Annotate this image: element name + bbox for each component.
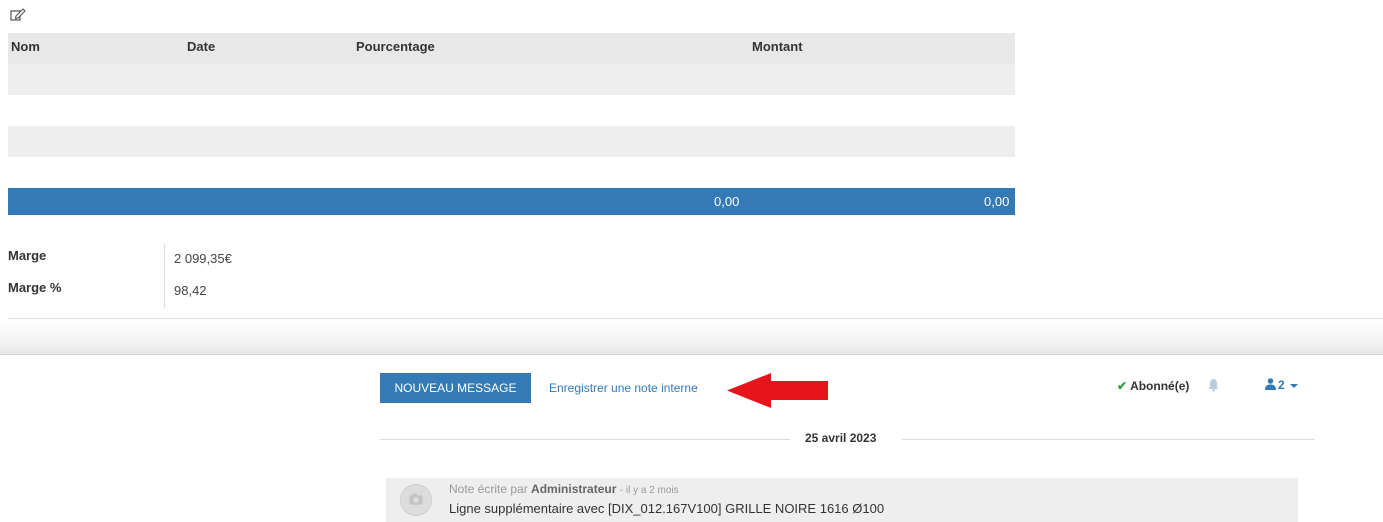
camera-icon bbox=[409, 493, 423, 505]
message-header: Note écrite par Administrateur - il y a … bbox=[449, 482, 679, 496]
date-separator-line-left bbox=[380, 439, 790, 440]
message-time: - il y a 2 mois bbox=[619, 485, 679, 496]
followers-dropdown[interactable]: 2 bbox=[1265, 378, 1298, 392]
followers-count: 2 bbox=[1278, 378, 1285, 392]
margin-summary: Marge 2 099,35€ Marge % 98,42 bbox=[8, 240, 1383, 304]
message-body: Ligne supplémentaire avec [DIX_012.167V1… bbox=[449, 501, 885, 516]
chevron-down-icon bbox=[1289, 383, 1298, 388]
message-prefix: Note écrite par bbox=[449, 482, 528, 496]
check-icon: ✔ bbox=[1117, 379, 1128, 393]
margin-value: 2 099,35€ bbox=[174, 251, 232, 266]
table-total-row: 0,00 0,00 bbox=[8, 188, 1015, 215]
table-row bbox=[8, 95, 1015, 126]
date-separator-line-right bbox=[902, 439, 1315, 440]
margin-percent-value: 98,42 bbox=[174, 283, 207, 298]
new-message-button[interactable]: NOUVEAU MESSAGE bbox=[380, 373, 531, 403]
total-montant: 0,00 bbox=[984, 194, 1010, 209]
table-row bbox=[8, 64, 1015, 95]
table-row bbox=[8, 157, 1015, 188]
commission-table: Nom Date Pourcentage Montant 0,00 0,00 bbox=[8, 33, 1015, 215]
subscribed-toggle[interactable]: ✔ Abonné(e) bbox=[1117, 379, 1189, 393]
table-header: Nom Date Pourcentage Montant bbox=[8, 33, 1015, 64]
table-row bbox=[8, 126, 1015, 157]
log-note-link[interactable]: Enregistrer une note interne bbox=[549, 381, 698, 395]
red-arrow-annotation bbox=[727, 373, 828, 408]
author-avatar[interactable] bbox=[400, 484, 432, 516]
total-pourcentage: 0,00 bbox=[714, 194, 740, 209]
column-header-date[interactable]: Date bbox=[187, 39, 215, 54]
date-separator: 25 avril 2023 bbox=[805, 431, 877, 445]
column-header-montant[interactable]: Montant bbox=[752, 39, 803, 54]
user-icon bbox=[1265, 378, 1276, 390]
column-header-pourcentage[interactable]: Pourcentage bbox=[356, 39, 435, 54]
margin-percent-row: Marge % 98,42 bbox=[8, 272, 1383, 304]
margin-label: Marge bbox=[8, 248, 47, 263]
margin-percent-label: Marge % bbox=[8, 280, 62, 295]
column-header-nom[interactable]: Nom bbox=[11, 39, 40, 54]
subscribed-label: Abonné(e) bbox=[1130, 379, 1190, 393]
sheet-shadow bbox=[0, 319, 1383, 355]
margin-row: Marge 2 099,35€ bbox=[8, 240, 1383, 272]
edit-icon[interactable] bbox=[10, 8, 26, 22]
bell-icon[interactable] bbox=[1207, 378, 1220, 392]
message-author[interactable]: Administrateur bbox=[531, 482, 616, 496]
